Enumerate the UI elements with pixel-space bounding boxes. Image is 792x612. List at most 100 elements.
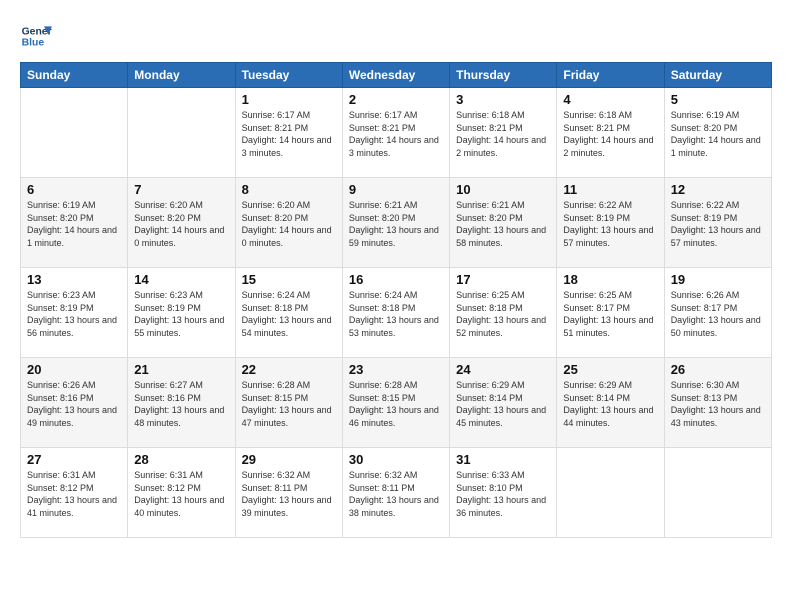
day-info: Sunrise: 6:24 AMSunset: 8:18 PMDaylight:…	[242, 289, 336, 339]
calendar-cell: 26 Sunrise: 6:30 AMSunset: 8:13 PMDayligh…	[664, 358, 771, 448]
calendar-cell: 18 Sunrise: 6:25 AMSunset: 8:17 PMDayligh…	[557, 268, 664, 358]
day-number: 8	[242, 182, 336, 197]
day-number: 11	[563, 182, 657, 197]
day-number: 29	[242, 452, 336, 467]
header: General Blue	[20, 20, 772, 52]
day-number: 31	[456, 452, 550, 467]
week-row-3: 13 Sunrise: 6:23 AMSunset: 8:19 PMDayligh…	[21, 268, 772, 358]
day-number: 30	[349, 452, 443, 467]
day-number: 23	[349, 362, 443, 377]
day-info: Sunrise: 6:21 AMSunset: 8:20 PMDaylight:…	[349, 199, 443, 249]
day-info: Sunrise: 6:33 AMSunset: 8:10 PMDaylight:…	[456, 469, 550, 519]
calendar-cell: 1Sunrise: 6:17 AMSunset: 8:21 PMDaylight…	[235, 88, 342, 178]
calendar-cell: 13 Sunrise: 6:23 AMSunset: 8:19 PMDayligh…	[21, 268, 128, 358]
day-info: Sunrise: 6:30 AMSunset: 8:13 PMDaylight:…	[671, 379, 765, 429]
day-number: 9	[349, 182, 443, 197]
day-number: 25	[563, 362, 657, 377]
calendar-cell: 22Sunrise: 6:28 AMSunset: 8:15 PMDayligh…	[235, 358, 342, 448]
col-header-thursday: Thursday	[450, 63, 557, 88]
day-info: Sunrise: 6:20 AMSunset: 8:20 PMDaylight:…	[242, 199, 336, 249]
calendar-cell: 21Sunrise: 6:27 AMSunset: 8:16 PMDayligh…	[128, 358, 235, 448]
calendar-cell: 4 Sunrise: 6:18 AMSunset: 8:21 PMDaylight…	[557, 88, 664, 178]
day-info: Sunrise: 6:25 AMSunset: 8:17 PMDaylight:…	[563, 289, 657, 339]
day-info: Sunrise: 6:19 AMSunset: 8:20 PMDaylight:…	[27, 199, 121, 249]
day-info: Sunrise: 6:23 AMSunset: 8:19 PMDaylight:…	[27, 289, 121, 339]
calendar-cell: 12 Sunrise: 6:22 AMSunset: 8:19 PMDayligh…	[664, 178, 771, 268]
week-row-4: 20Sunrise: 6:26 AMSunset: 8:16 PMDayligh…	[21, 358, 772, 448]
calendar-cell	[664, 448, 771, 538]
calendar-cell: 8 Sunrise: 6:20 AMSunset: 8:20 PMDaylight…	[235, 178, 342, 268]
week-row-1: 1 Sunrise: 6:17 AMSunset: 8:21 PMDaylight…	[21, 88, 772, 178]
day-number: 4	[563, 92, 657, 107]
day-number: 3	[456, 92, 550, 107]
day-number: 28	[134, 452, 228, 467]
day-info: Sunrise: 6:28 AMSunset: 8:15 PMDaylight:…	[349, 379, 443, 429]
day-info: Sunrise: 6:31 AMSunset: 8:12 PMDaylight:…	[134, 469, 228, 519]
calendar-cell: 9 Sunrise: 6:21 AMSunset: 8:20 PMDaylight…	[342, 178, 449, 268]
days-of-week-row: SundayMondayTuesdayWednesdayThursdayFrid…	[21, 63, 772, 88]
calendar-cell: 17 Sunrise: 6:25 AMSunset: 8:18 PMDayligh…	[450, 268, 557, 358]
day-number: 12	[671, 182, 765, 197]
calendar-cell: 29Sunrise: 6:32 AMSunset: 8:11 PMDayligh…	[235, 448, 342, 538]
day-number: 5	[671, 92, 765, 107]
day-number: 13	[27, 272, 121, 287]
calendar-cell: 14Sunrise: 6:23 AMSunset: 8:19 PMDayligh…	[128, 268, 235, 358]
calendar-cell: 6 Sunrise: 6:19 AMSunset: 8:20 PMDaylight…	[21, 178, 128, 268]
calendar-cell: 30Sunrise: 6:32 AMSunset: 8:11 PMDayligh…	[342, 448, 449, 538]
day-info: Sunrise: 6:18 AMSunset: 8:21 PMDaylight:…	[456, 109, 550, 159]
day-info: Sunrise: 6:21 AMSunset: 8:20 PMDaylight:…	[456, 199, 550, 249]
day-number: 20	[27, 362, 121, 377]
day-info: Sunrise: 6:31 AMSunset: 8:12 PMDaylight:…	[27, 469, 121, 519]
day-number: 19	[671, 272, 765, 287]
day-number: 24	[456, 362, 550, 377]
day-info: Sunrise: 6:25 AMSunset: 8:18 PMDaylight:…	[456, 289, 550, 339]
week-row-5: 27Sunrise: 6:31 AMSunset: 8:12 PMDayligh…	[21, 448, 772, 538]
day-number: 17	[456, 272, 550, 287]
calendar-cell	[557, 448, 664, 538]
calendar-cell: 19 Sunrise: 6:26 AMSunset: 8:17 PMDayligh…	[664, 268, 771, 358]
day-number: 1	[242, 92, 336, 107]
calendar-cell: 24Sunrise: 6:29 AMSunset: 8:14 PMDayligh…	[450, 358, 557, 448]
calendar-body: 1 Sunrise: 6:17 AMSunset: 8:21 PMDaylight…	[21, 88, 772, 538]
calendar-cell: 31 Sunrise: 6:33 AMSunset: 8:10 PMDayligh…	[450, 448, 557, 538]
calendar-table: SundayMondayTuesdayWednesdayThursdayFrid…	[20, 62, 772, 538]
day-info: Sunrise: 6:19 AMSunset: 8:20 PMDaylight:…	[671, 109, 765, 159]
calendar-cell: 11 Sunrise: 6:22 AMSunset: 8:19 PMDayligh…	[557, 178, 664, 268]
col-header-monday: Monday	[128, 63, 235, 88]
day-info: Sunrise: 6:24 AMSunset: 8:18 PMDaylight:…	[349, 289, 443, 339]
calendar-cell	[21, 88, 128, 178]
logo-icon: General Blue	[20, 20, 52, 52]
day-info: Sunrise: 6:23 AMSunset: 8:19 PMDaylight:…	[134, 289, 228, 339]
calendar-cell: 5 Sunrise: 6:19 AMSunset: 8:20 PMDaylight…	[664, 88, 771, 178]
day-number: 22	[242, 362, 336, 377]
day-info: Sunrise: 6:29 AMSunset: 8:14 PMDaylight:…	[563, 379, 657, 429]
day-number: 6	[27, 182, 121, 197]
calendar-cell: 2 Sunrise: 6:17 AMSunset: 8:21 PMDaylight…	[342, 88, 449, 178]
day-info: Sunrise: 6:18 AMSunset: 8:21 PMDaylight:…	[563, 109, 657, 159]
day-info: Sunrise: 6:22 AMSunset: 8:19 PMDaylight:…	[563, 199, 657, 249]
calendar-cell: 20Sunrise: 6:26 AMSunset: 8:16 PMDayligh…	[21, 358, 128, 448]
day-info: Sunrise: 6:26 AMSunset: 8:17 PMDaylight:…	[671, 289, 765, 339]
calendar-cell: 16 Sunrise: 6:24 AMSunset: 8:18 PMDayligh…	[342, 268, 449, 358]
calendar-cell: 27Sunrise: 6:31 AMSunset: 8:12 PMDayligh…	[21, 448, 128, 538]
calendar-cell: 7 Sunrise: 6:20 AMSunset: 8:20 PMDaylight…	[128, 178, 235, 268]
day-number: 15	[242, 272, 336, 287]
day-number: 26	[671, 362, 765, 377]
day-info: Sunrise: 6:17 AMSunset: 8:21 PMDaylight:…	[349, 109, 443, 159]
day-info: Sunrise: 6:20 AMSunset: 8:20 PMDaylight:…	[134, 199, 228, 249]
day-number: 2	[349, 92, 443, 107]
calendar-cell	[128, 88, 235, 178]
day-number: 18	[563, 272, 657, 287]
day-number: 10	[456, 182, 550, 197]
svg-text:Blue: Blue	[22, 38, 45, 49]
col-header-sunday: Sunday	[21, 63, 128, 88]
logo: General Blue	[20, 20, 52, 52]
day-info: Sunrise: 6:22 AMSunset: 8:19 PMDaylight:…	[671, 199, 765, 249]
col-header-friday: Friday	[557, 63, 664, 88]
calendar-cell: 10 Sunrise: 6:21 AMSunset: 8:20 PMDayligh…	[450, 178, 557, 268]
col-header-wednesday: Wednesday	[342, 63, 449, 88]
day-number: 16	[349, 272, 443, 287]
day-info: Sunrise: 6:27 AMSunset: 8:16 PMDaylight:…	[134, 379, 228, 429]
calendar-cell: 23 Sunrise: 6:28 AMSunset: 8:15 PMDayligh…	[342, 358, 449, 448]
day-number: 7	[134, 182, 228, 197]
